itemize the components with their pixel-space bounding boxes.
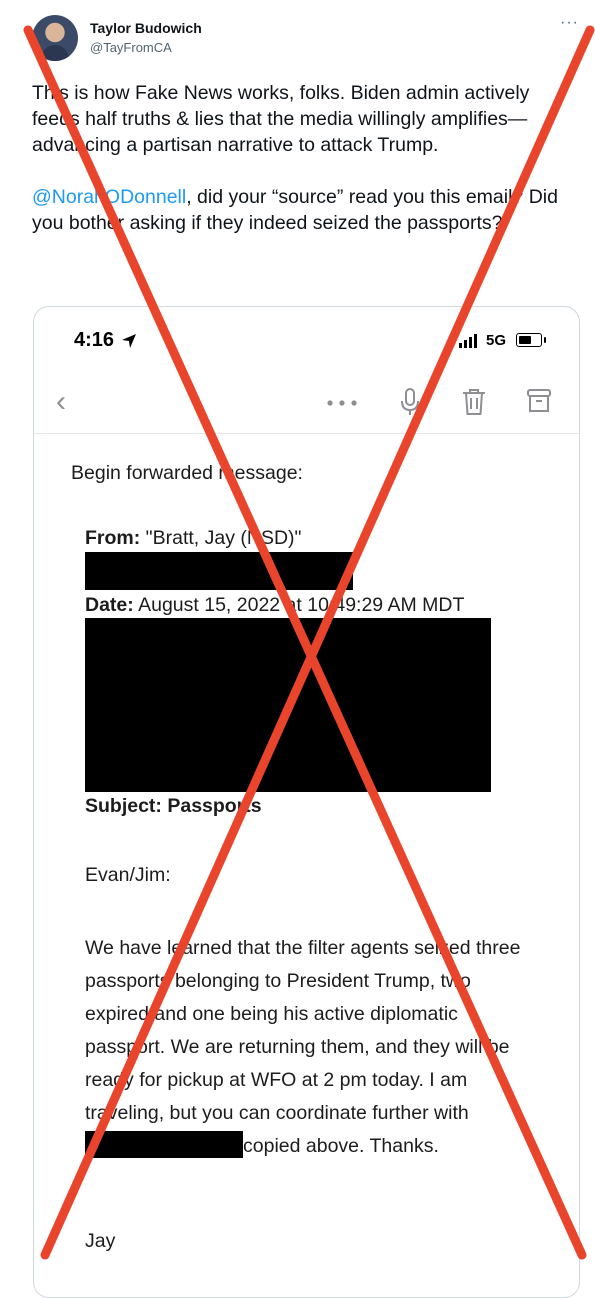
x-stroke-1	[23, 25, 587, 1260]
x-stroke-2	[40, 25, 595, 1260]
red-x-overlay	[23, 25, 595, 1260]
